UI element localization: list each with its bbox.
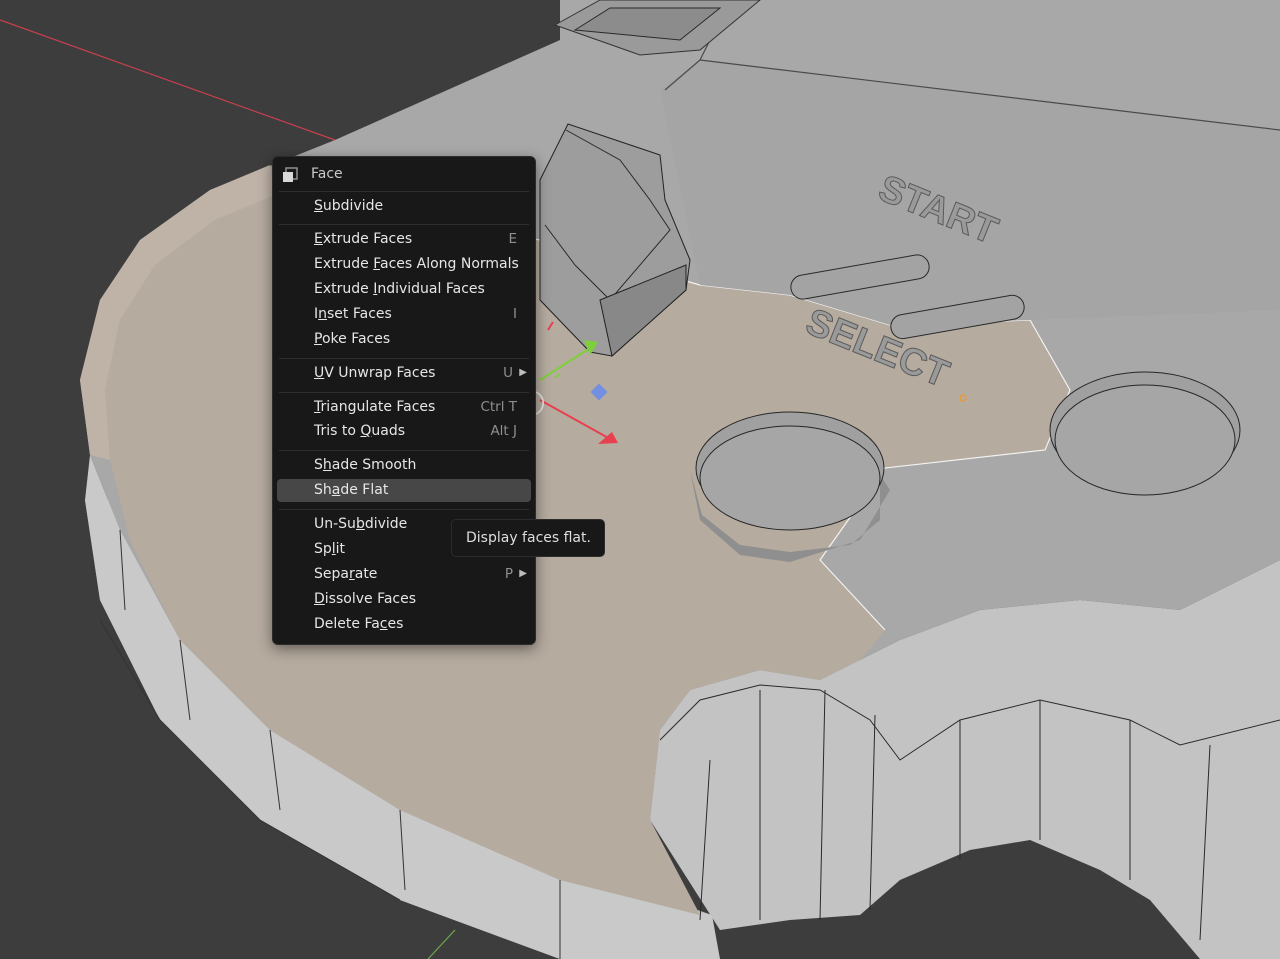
menu-item[interactable]: Dissolve Faces — [277, 588, 531, 611]
menu-separator — [279, 191, 529, 192]
menu-item[interactable]: Separate P ▶ — [277, 563, 531, 586]
menu-item[interactable]: Shade Flat — [277, 479, 531, 502]
menu-item-label: Separate — [314, 566, 378, 582]
menu-item-label: Subdivide — [314, 198, 384, 214]
menu-separator — [279, 392, 529, 393]
menu-item[interactable]: Triangulate Faces Ctrl T — [277, 396, 531, 419]
submenu-arrow-icon: ▶ — [519, 568, 527, 579]
menu-item-label: Shade Flat — [314, 482, 389, 498]
tooltip-text: Display faces flat. — [466, 530, 591, 546]
menu-item[interactable]: Extrude Individual Faces — [277, 278, 531, 301]
menu-item-shortcut: U — [503, 365, 513, 381]
menu-item-label: Inset Faces — [314, 306, 392, 322]
submenu-arrow-icon: ▶ — [519, 367, 527, 378]
tooltip: Display faces flat. — [451, 519, 605, 557]
menu-item-label: Extrude Faces Along Normals — [314, 256, 519, 272]
menu-separator — [279, 224, 529, 225]
menu-header: Face — [273, 157, 535, 191]
menu-item[interactable]: Inset Faces I — [277, 303, 531, 326]
menu-item-shortcut: E — [508, 231, 517, 247]
round-button-right — [1049, 371, 1241, 496]
menu-item[interactable]: Shade Smooth — [277, 454, 531, 477]
menu-separator — [279, 450, 529, 451]
3d-viewport[interactable]: START SELECT — [0, 0, 1280, 959]
menu-item-shortcut: I — [513, 306, 517, 322]
menu-item-label: Extrude Individual Faces — [314, 281, 485, 297]
menu-item[interactable]: Extrude Faces E — [277, 228, 531, 251]
menu-item[interactable]: Tris to Quads Alt J — [277, 420, 531, 443]
face-context-menu: Face Subdivide Extrude Faces E Extrude Face… — [272, 156, 536, 645]
menu-item-label: Poke Faces — [314, 331, 391, 347]
menu-item[interactable]: Poke Faces — [277, 328, 531, 351]
menu-item-label: Delete Faces — [314, 616, 404, 632]
menu-item-label: UV Unwrap Faces — [314, 365, 436, 381]
menu-item[interactable]: Subdivide — [277, 195, 531, 218]
menu-item[interactable]: Delete Faces — [277, 613, 531, 636]
menu-item-shortcut: P — [504, 566, 513, 582]
menu-item-label: Split — [314, 541, 346, 557]
menu-item-shortcut: Alt J — [490, 423, 517, 439]
menu-title: Face — [311, 166, 343, 182]
menu-separator — [279, 509, 529, 510]
menu-item[interactable]: Extrude Faces Along Normals — [277, 253, 531, 276]
menu-item-label: Tris to Quads — [314, 423, 406, 439]
menu-item-label: Un-Subdivide — [314, 516, 408, 532]
menu-item-label: Triangulate Faces — [314, 399, 436, 415]
menu-item[interactable]: UV Unwrap Faces U ▶ — [277, 362, 531, 385]
menu-item-shortcut: Ctrl T — [480, 399, 517, 415]
menu-item-label: Shade Smooth — [314, 457, 417, 473]
menu-item-label: Dissolve Faces — [314, 591, 417, 607]
face-select-icon — [282, 167, 298, 183]
menu-item-label: Extrude Faces — [314, 231, 413, 247]
menu-separator — [279, 358, 529, 359]
